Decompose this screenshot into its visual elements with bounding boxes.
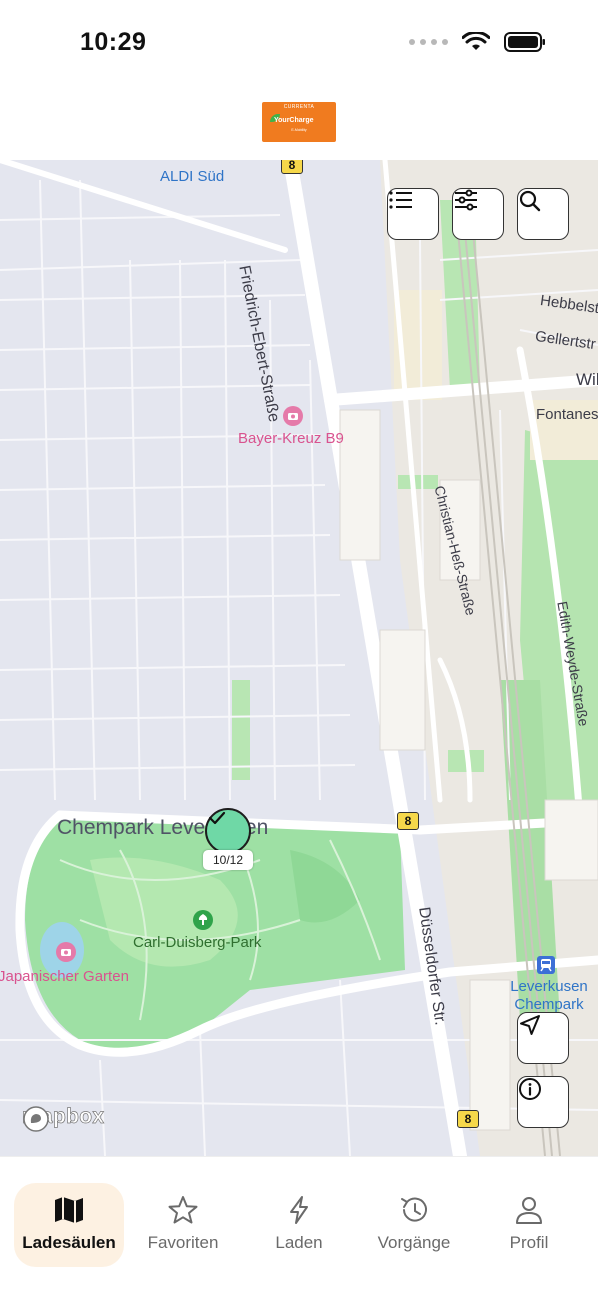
- app-header: CURRENTA YourCharge E-Mobility: [0, 90, 598, 160]
- charger-marker[interactable]: [205, 808, 251, 854]
- list-icon: [389, 191, 412, 209]
- logo-top-text: CURRENTA: [283, 104, 315, 110]
- camera-icon[interactable]: [283, 406, 303, 426]
- road-number-badge: 8: [397, 812, 419, 830]
- user-icon: [516, 1197, 542, 1224]
- status-icons: [409, 32, 546, 52]
- map-label-japanischer-garten[interactable]: Japanischer Garten: [0, 968, 129, 985]
- road-number-badge: 8: [281, 160, 303, 174]
- logo-sub-text: E-Mobility: [291, 128, 307, 132]
- tab-profil[interactable]: Profil: [474, 1183, 584, 1267]
- checkmark-icon: [208, 811, 226, 825]
- map-info-button[interactable]: [517, 1076, 569, 1128]
- train-station-icon[interactable]: [537, 956, 555, 974]
- tab-favoriten[interactable]: Favoriten: [128, 1183, 238, 1267]
- tab-label: Profil: [509, 1233, 549, 1252]
- search-button[interactable]: [517, 188, 569, 240]
- map-label-leverkusen-chempark[interactable]: Leverkusen Chempark: [504, 978, 594, 1014]
- search-icon: [519, 190, 541, 212]
- map-label-bayer-kreuz[interactable]: Bayer-Kreuz B9: [238, 430, 344, 447]
- mapbox-logo-icon: [23, 1106, 49, 1132]
- map-label-wil: Wil: [576, 370, 598, 389]
- info-icon: [519, 1078, 541, 1100]
- status-bar: 10:29: [0, 0, 598, 90]
- history-icon: [401, 1197, 427, 1222]
- status-time: 10:29: [80, 28, 147, 56]
- tab-vorgaenge[interactable]: Vorgänge: [359, 1183, 469, 1267]
- filter-button[interactable]: [452, 188, 504, 240]
- map-label-carl-duisberg[interactable]: Carl-Duisberg-Park: [133, 934, 261, 951]
- wifi-icon: [462, 32, 490, 50]
- camera-icon[interactable]: [56, 942, 76, 962]
- bottom-tab-bar: Ladesäulen Favoriten Laden Vorgänge Prof…: [0, 1156, 598, 1301]
- tab-ladesaeulen[interactable]: Ladesäulen: [14, 1183, 124, 1267]
- app-logo: CURRENTA YourCharge E-Mobility: [262, 102, 336, 142]
- map-label-aldi[interactable]: ALDI Süd: [160, 168, 224, 185]
- bolt-icon: [290, 1196, 308, 1224]
- tab-label: Laden: [275, 1233, 323, 1252]
- sliders-icon: [455, 189, 477, 211]
- park-tree-icon[interactable]: [193, 910, 213, 930]
- star-icon: [168, 1196, 198, 1224]
- tab-label: Favoriten: [147, 1233, 219, 1252]
- list-view-button[interactable]: [387, 188, 439, 240]
- navigation-arrow-icon: [520, 1015, 540, 1035]
- map-label-fontanes: Fontanes: [536, 406, 598, 423]
- logo-main-text: YourCharge: [274, 117, 314, 124]
- tab-laden[interactable]: Laden: [244, 1183, 354, 1267]
- road-number-badge: 8: [457, 1110, 479, 1128]
- tab-label: Ladesäulen: [22, 1233, 116, 1252]
- map-view[interactable]: ALDI Süd Friedrich-Ebert-Straße Hebbelst…: [0, 160, 598, 1156]
- battery-icon: [504, 32, 545, 52]
- charger-availability-count[interactable]: 10/12: [203, 850, 253, 870]
- tab-label: Vorgänge: [377, 1233, 451, 1252]
- locate-me-button[interactable]: [517, 1012, 569, 1064]
- mapbox-attribution[interactable]: mapbox: [22, 1105, 104, 1132]
- map-icon: [55, 1197, 83, 1223]
- signal-icon: [409, 39, 448, 45]
